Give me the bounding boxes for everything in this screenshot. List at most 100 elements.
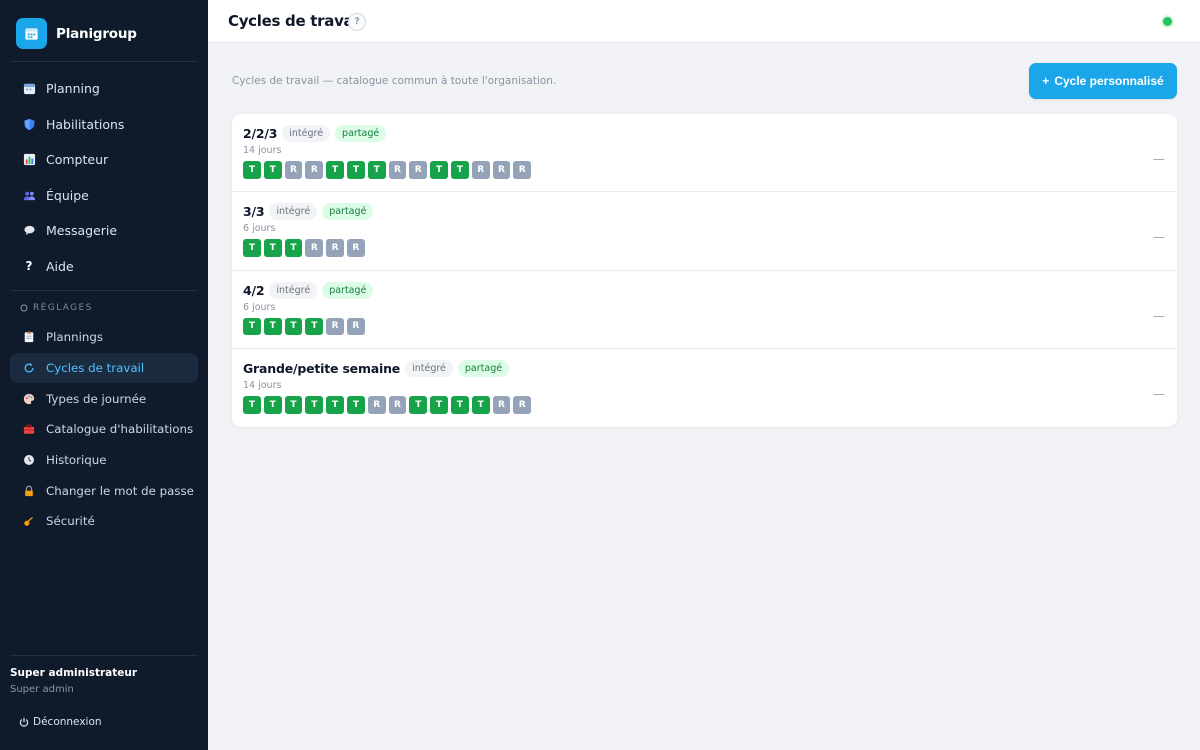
shared-badge: partagé [457, 359, 510, 377]
lock-icon [22, 484, 36, 498]
row-action-button[interactable]: — [1153, 230, 1165, 244]
top-header: Cycles de travail ? [208, 0, 1200, 43]
sidebar-item-aide[interactable]: ? Aide [10, 249, 198, 285]
settings-title-label: RÉGLAGES [33, 303, 93, 313]
shield-icon [22, 117, 36, 131]
cycle-length: 6 jours [243, 223, 276, 235]
sidebar-item-plannings[interactable]: Plannings [10, 322, 198, 353]
work-day-chip: T [346, 395, 365, 414]
work-day-chip: T [263, 395, 282, 414]
cycle-row[interactable]: 3/3 intégré partagé 6 jours TTTRRR — [232, 192, 1177, 271]
work-day-chip: T [471, 395, 490, 414]
cycle-sequence: TTRRTTTRRTTRRR [243, 161, 1166, 179]
sidebar-item-label: Sécurité [46, 514, 95, 529]
main-nav: Planning Habilitations Compteur Équipe M… [10, 71, 198, 284]
sidebar: Planigroup Planning Habilitations Compte… [0, 0, 208, 750]
user-role: Super admin [10, 684, 74, 695]
rest-day-chip: R [367, 395, 386, 414]
work-day-chip: T [284, 317, 303, 336]
cycle-name: Grande/petite semaine [243, 360, 401, 376]
rest-day-chip: R [326, 239, 344, 258]
power-icon [19, 717, 29, 727]
work-day-chip: T [263, 239, 282, 258]
palette-icon [22, 392, 36, 406]
cycle-row[interactable]: 2/2/3 intégré partagé 14 jours TTRRTTTRR… [232, 114, 1177, 193]
cycle-length: 14 jours [243, 379, 282, 391]
sidebar-item-catalogue-habilitations[interactable]: Catalogue d'habilitations [10, 414, 198, 445]
rest-day-chip: R [305, 239, 324, 258]
rest-day-chip: R [492, 161, 511, 179]
rest-day-chip: R [471, 161, 490, 179]
cycle-icon [22, 361, 36, 375]
sidebar-divider [10, 655, 198, 656]
sidebar-item-types-de-journee[interactable]: Types de journée [10, 383, 198, 414]
settings-nav: Plannings Cycles de travail Types de jou… [10, 322, 198, 537]
cycle-sequence: TTTTRR [243, 317, 1166, 336]
clipboard-icon [22, 330, 36, 344]
shared-badge: partagé [335, 125, 387, 142]
shared-badge: partagé [322, 281, 374, 299]
sidebar-item-label: Plannings [46, 330, 103, 345]
sidebar-item-equipe[interactable]: Équipe [10, 178, 198, 214]
plus-icon: + [1042, 74, 1050, 88]
cycle-name: 3/3 [243, 204, 265, 220]
cycle-length: 6 jours [243, 301, 276, 313]
sidebar-item-changer-mot-de-passe[interactable]: Changer le mot de passe [10, 475, 198, 506]
question-icon: ? [25, 259, 33, 274]
sidebar-item-planning[interactable]: Planning [10, 71, 198, 107]
help-button[interactable]: ? [348, 13, 366, 31]
add-button-label: Cycle personnalisé [1054, 74, 1164, 88]
work-day-chip: T [450, 161, 469, 179]
sidebar-item-label: Habilitations [46, 116, 125, 132]
sidebar-item-habilitations[interactable]: Habilitations [10, 107, 198, 143]
work-day-chip: T [367, 161, 386, 179]
work-day-chip: T [326, 395, 344, 414]
work-day-chip: T [243, 395, 261, 414]
sidebar-item-messagerie[interactable]: Messagerie [10, 213, 198, 249]
sidebar-item-securite[interactable]: Sécurité [10, 506, 198, 537]
sidebar-item-historique[interactable]: Historique [10, 445, 198, 476]
online-status-indicator [1163, 17, 1172, 26]
chat-bubble-icon [22, 224, 36, 238]
cycle-row[interactable]: 4/2 intégré partagé 6 jours TTTTRR — [232, 271, 1177, 349]
clock-icon [22, 453, 36, 467]
rest-day-chip: R [388, 161, 407, 179]
cycle-row[interactable]: Grande/petite semaine intégré partagé 14… [232, 349, 1177, 427]
sidebar-item-label: Changer le mot de passe [46, 483, 194, 498]
settings-section-title: RÉGLAGES [20, 303, 93, 313]
work-day-chip: T [284, 395, 303, 414]
row-action-button[interactable]: — [1153, 152, 1165, 166]
add-custom-cycle-button[interactable]: + Cycle personnalisé [1029, 63, 1177, 99]
calendar-icon [22, 82, 36, 96]
builtin-badge: intégré [282, 125, 331, 142]
builtin-badge: intégré [269, 281, 318, 299]
sidebar-item-compteur[interactable]: Compteur [10, 142, 198, 178]
rest-day-chip: R [513, 161, 532, 179]
work-day-chip: T [305, 395, 324, 414]
builtin-badge: intégré [269, 203, 318, 221]
toolbox-icon [22, 422, 36, 436]
logout-button[interactable]: Déconnexion [19, 716, 102, 728]
key-icon [22, 514, 36, 528]
builtin-badge: intégré [405, 359, 453, 377]
gear-icon [20, 304, 28, 312]
work-day-chip: T [305, 317, 324, 336]
row-action-button[interactable]: — [1153, 309, 1165, 323]
sidebar-item-label: Planning [46, 81, 100, 97]
cycle-sequence: TTTRRR [243, 239, 1166, 258]
cycle-sequence: TTTTTTRRTTTTRR [243, 395, 1166, 414]
row-action-button[interactable]: — [1153, 387, 1165, 401]
bar-chart-icon [22, 153, 36, 167]
sidebar-item-cycles-de-travail[interactable]: Cycles de travail [10, 352, 198, 384]
team-icon [22, 188, 36, 202]
sidebar-divider [10, 61, 198, 62]
rest-day-chip: R [388, 395, 407, 414]
work-day-chip: T [243, 239, 261, 258]
brand[interactable]: Planigroup [16, 18, 137, 49]
work-day-chip: T [450, 395, 469, 414]
sidebar-item-label: Historique [46, 453, 107, 468]
user-name: Super administrateur [10, 667, 138, 679]
sidebar-divider [10, 290, 198, 291]
rest-day-chip: R [346, 239, 365, 258]
sidebar-item-label: Aide [46, 258, 74, 274]
